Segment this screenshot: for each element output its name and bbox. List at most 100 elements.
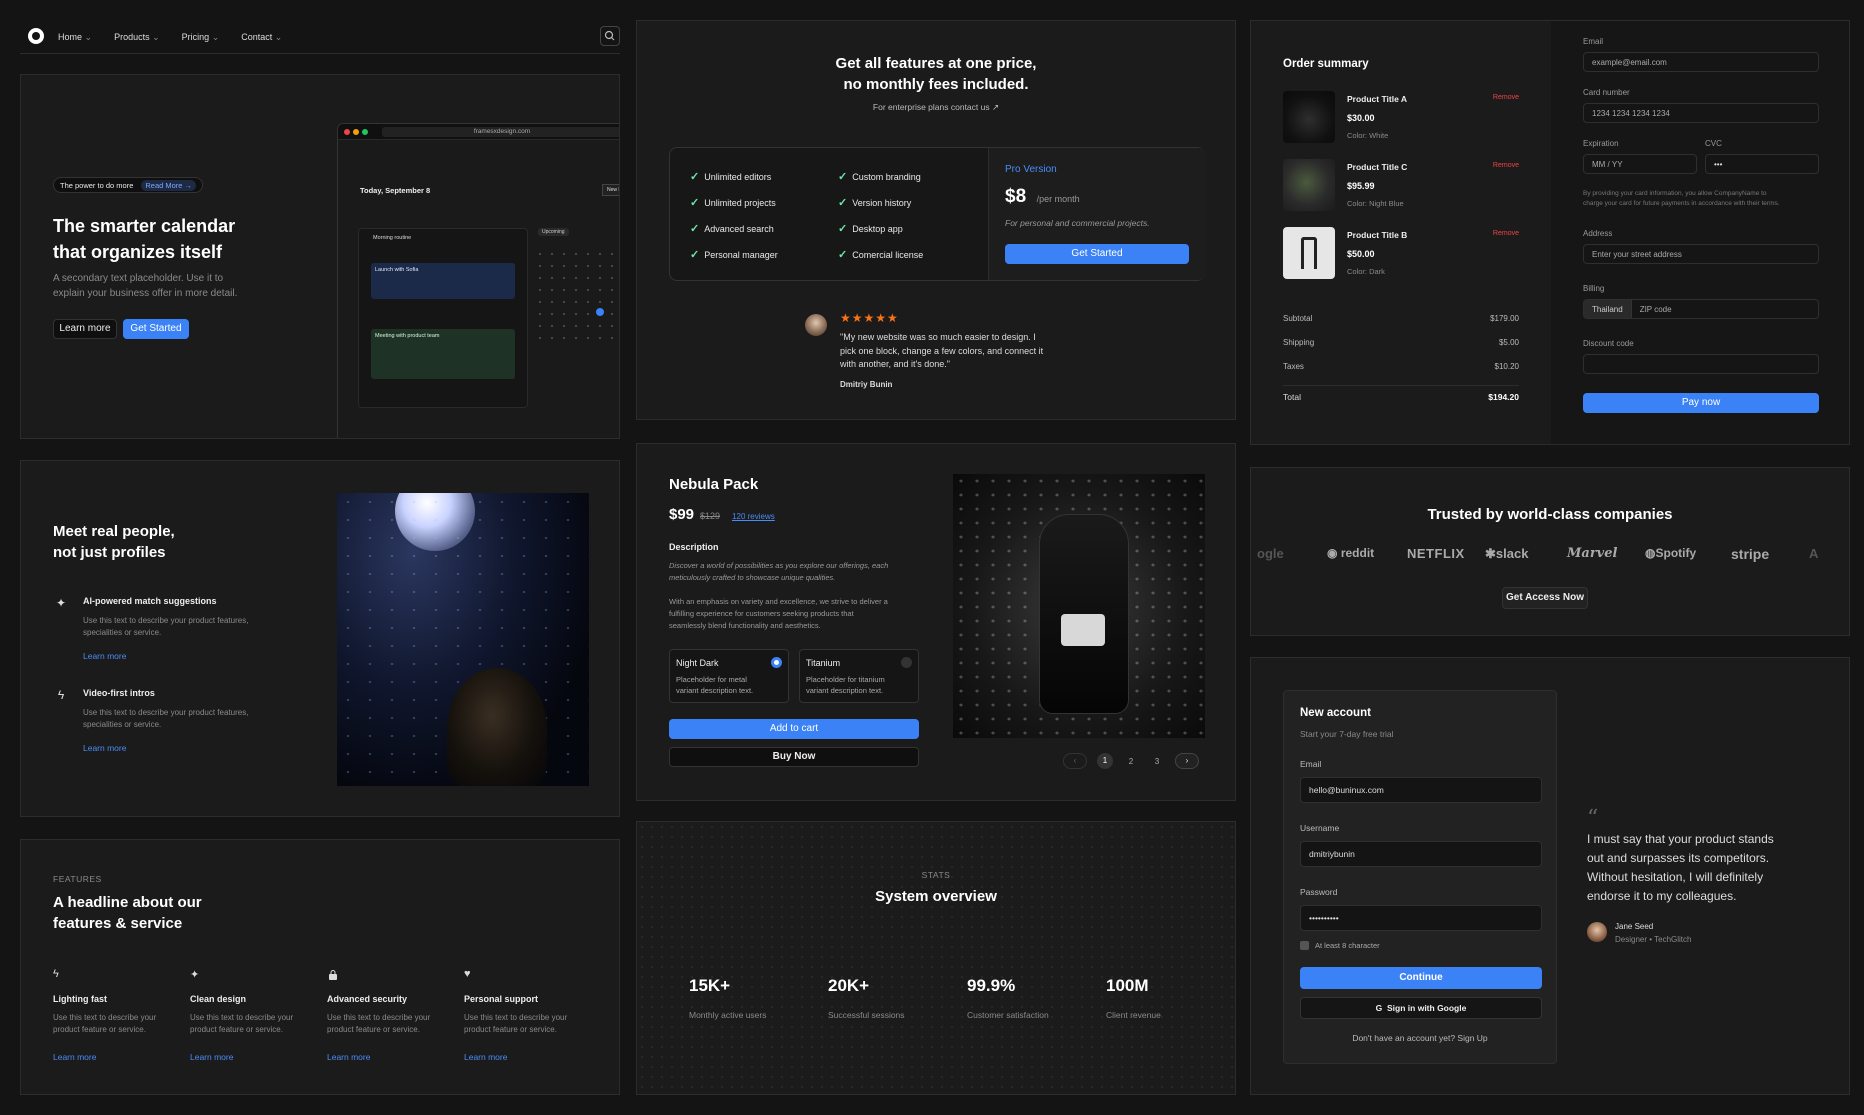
stat-sessions: 20K+ Successful sessions: [828, 976, 905, 1020]
enterprise-link[interactable]: For enterprise plans contact us ↗: [637, 102, 1235, 113]
learn-more-link[interactable]: Learn more: [83, 743, 126, 753]
reddit-logo: ◉ reddit: [1327, 546, 1375, 560]
pricing-card: Get all features at one price, no monthly…: [636, 20, 1236, 420]
order-item: Product Title C Remove $95.99 Color: Nig…: [1283, 159, 1519, 211]
get-started-button[interactable]: Get Started: [1005, 244, 1189, 264]
avatar: [805, 314, 827, 336]
hero-desc: A secondary text placeholder. Use it to e…: [53, 273, 238, 299]
testimonial-author: Dmitriy Bunin: [840, 380, 893, 389]
adobe-logo: A: [1809, 546, 1819, 561]
remove-link[interactable]: Remove: [1493, 230, 1519, 237]
product-thumbnail: [1283, 227, 1335, 279]
product-card: Nebula Pack $99 $129 120 reviews Descrip…: [636, 443, 1236, 801]
plan-name: Pro Version: [1005, 164, 1057, 175]
continue-button[interactable]: Continue: [1300, 967, 1542, 989]
product-price: $99: [669, 506, 695, 523]
feature-support: ♥ Personal support Use this text to desc…: [464, 968, 594, 1062]
marvel-logo: Marvel: [1567, 546, 1618, 561]
zip-input[interactable]: ZIP code: [1632, 305, 1672, 314]
nav-item-pricing[interactable]: Pricing ⌄: [182, 32, 220, 43]
stats-card: STATS System overview 15K+ Monthly activ…: [636, 821, 1236, 1095]
password-field[interactable]: ••••••••••: [1300, 905, 1542, 931]
learn-more-link[interactable]: Learn more: [464, 1052, 594, 1062]
email-field[interactable]: example@email.com: [1583, 52, 1819, 72]
feature-item: ✓ Desktop app: [838, 223, 903, 235]
chevron-down-icon: ⌄: [211, 32, 220, 42]
product-thumbnail: [1283, 91, 1335, 143]
get-access-button[interactable]: Get Access Now: [1502, 587, 1588, 609]
card-number-field[interactable]: 1234 1234 1234 1234: [1583, 103, 1819, 123]
features-card: FEATURES A headline about our features & …: [20, 839, 620, 1095]
learn-more-link[interactable]: Learn more: [53, 1052, 183, 1062]
remove-link[interactable]: Remove: [1493, 94, 1519, 101]
prev-page-button[interactable]: ‹: [1063, 753, 1087, 769]
address-field[interactable]: Enter your street address: [1583, 244, 1819, 264]
logo-icon[interactable]: [28, 28, 44, 44]
signup-footer[interactable]: Don't have an account yet? Sign Up: [1284, 1033, 1556, 1043]
stats-title: System overview: [875, 888, 997, 905]
feature-lighting: ϟ Lighting fast Use this text to describ…: [53, 968, 183, 1062]
slack-icon: ✱: [1485, 546, 1496, 561]
nav-item-contact[interactable]: Contact ⌄: [241, 32, 282, 43]
discount-field[interactable]: [1583, 354, 1819, 374]
next-page-button[interactable]: ›: [1175, 753, 1199, 769]
hero-title: The smarter calendar that organizes itsel…: [53, 216, 236, 262]
badge-link[interactable]: Read More →: [141, 179, 197, 191]
check-icon: ✓: [838, 171, 848, 183]
page-3[interactable]: 3: [1149, 757, 1165, 766]
radio-selected[interactable]: [771, 657, 782, 668]
google-signin-button[interactable]: G Sign in with Google: [1300, 997, 1542, 1019]
lock-icon: [1300, 941, 1309, 950]
country-select[interactable]: Thailand: [1584, 300, 1632, 318]
radio-unselected[interactable]: [901, 657, 912, 668]
expiration-field[interactable]: MM / YY: [1583, 154, 1697, 174]
add-to-cart-button[interactable]: Add to cart: [669, 719, 919, 739]
cvc-field[interactable]: •••: [1705, 154, 1819, 174]
pagination: ‹ 1 2 3 ›: [1063, 753, 1199, 769]
hero-badge[interactable]: The power to do more Read More →: [53, 177, 204, 193]
meet-title: Meet real people, not just profiles: [53, 523, 175, 561]
avatar: [1587, 922, 1607, 942]
features-title: A headline about our features & service: [53, 894, 202, 932]
nav-item-home[interactable]: Home ⌄: [58, 32, 92, 43]
page-2[interactable]: 2: [1123, 757, 1139, 766]
chevron-down-icon: ⌄: [274, 32, 283, 42]
page-1[interactable]: 1: [1097, 753, 1113, 769]
feature-title: AI-powered match suggestions: [83, 596, 217, 606]
variant-titanium[interactable]: Titanium Placeholder for titanium variant…: [799, 649, 919, 703]
get-started-button[interactable]: Get Started: [123, 319, 189, 339]
nav-item-products[interactable]: Products ⌄: [114, 32, 160, 43]
trusted-card: Trusted by world-class companies ogle ◉ …: [1250, 467, 1850, 636]
signup-form: New account Start your 7-day free trial …: [1283, 690, 1557, 1064]
google-logo: ogle: [1257, 546, 1284, 561]
signup-testimonial: I must say that your product stands out a…: [1587, 832, 1774, 903]
learn-more-link[interactable]: Learn more: [83, 651, 126, 661]
url-bar: framesxdesign.com: [382, 127, 619, 137]
trusted-title: Trusted by world-class companies: [1427, 506, 1673, 523]
product-photo: [953, 474, 1205, 738]
billing-field: Thailand ZIP code: [1583, 299, 1819, 319]
learn-more-link[interactable]: Learn more: [190, 1052, 320, 1062]
feature-item: ✓ Custom branding: [838, 171, 921, 183]
rating-stars: ★★★★★: [840, 311, 899, 325]
chevron-down-icon: ⌄: [84, 32, 93, 42]
feature-item: ✓ Unlimited editors: [690, 171, 772, 183]
reviews-link[interactable]: 120 reviews: [732, 512, 775, 521]
pricing-box: ✓ Unlimited editors ✓ Unlimited projects…: [669, 147, 1206, 281]
learn-more-link[interactable]: Learn more: [327, 1052, 457, 1062]
check-icon: ✓: [690, 249, 700, 261]
pay-now-button[interactable]: Pay now: [1583, 393, 1819, 413]
search-button[interactable]: [600, 26, 620, 46]
check-icon: ✓: [838, 223, 848, 235]
search-icon: [604, 30, 615, 41]
remove-link[interactable]: Remove: [1493, 162, 1519, 169]
username-field[interactable]: dmitriybunin: [1300, 841, 1542, 867]
spotify-icon: ◍: [1645, 546, 1656, 560]
learn-more-button[interactable]: Learn more: [53, 319, 117, 339]
check-icon: ✓: [690, 223, 700, 235]
testimonial-quote: "My new website was so much easier to de…: [840, 332, 1044, 369]
buy-now-button[interactable]: Buy Now: [669, 747, 919, 767]
variant-night-dark[interactable]: Night Dark Placeholder for metal variant …: [669, 649, 789, 703]
email-field[interactable]: hello@buninux.com: [1300, 777, 1542, 803]
stat-users: 15K+ Monthly active users: [689, 976, 767, 1020]
